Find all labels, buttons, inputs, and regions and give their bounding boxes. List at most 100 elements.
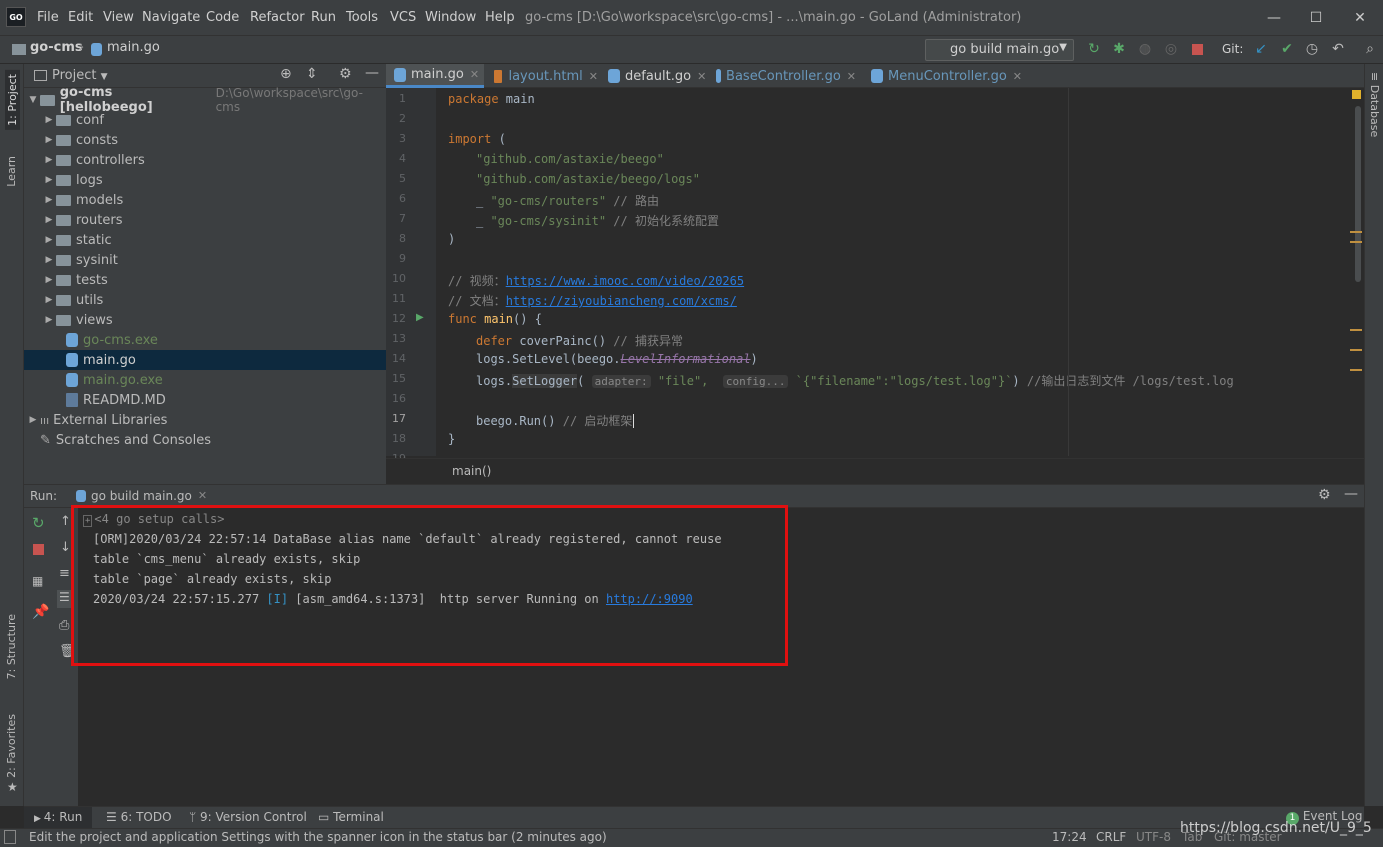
menu-edit[interactable]: Edit xyxy=(68,10,93,25)
folder-icon xyxy=(56,274,71,286)
tree-folder-conf[interactable]: ▶ conf xyxy=(24,110,386,130)
folder-label: routers xyxy=(76,212,123,228)
hide-panel-icon[interactable]: — xyxy=(1344,486,1358,502)
collapse-all-icon[interactable]: ⇕ xyxy=(306,66,318,82)
tree-file-main-go[interactable]: main.go xyxy=(24,350,386,370)
menu-tools[interactable]: Tools xyxy=(346,10,378,25)
favorites-tool-tab[interactable]: 2: Favorites xyxy=(5,714,18,778)
tree-folder-routers[interactable]: ▶ routers xyxy=(24,210,386,230)
gear-icon[interactable]: ⚙ xyxy=(339,66,352,82)
close-icon[interactable]: ✕ xyxy=(589,70,598,83)
docs-link[interactable]: https://ziyoubiancheng.com/xcms/ xyxy=(506,294,737,308)
menu-run[interactable]: Run xyxy=(311,10,336,25)
tree-file-go-cms-exe[interactable]: go-cms.exe xyxy=(24,330,386,350)
debug-icon[interactable]: ✱ xyxy=(1110,40,1128,58)
rerun-icon[interactable]: ↻ xyxy=(32,514,45,532)
menu-file[interactable]: File xyxy=(37,10,59,25)
minimize-button[interactable]: — xyxy=(1254,4,1294,32)
tree-root[interactable]: ▼ go-cms [hellobeego] D:\Go\workspace\sr… xyxy=(24,85,386,115)
tool-tab-todo[interactable]: ☰ 6: TODO xyxy=(106,810,172,824)
menu-view[interactable]: View xyxy=(103,10,134,25)
close-window-button[interactable]: ✕ xyxy=(1340,4,1380,32)
hide-panel-icon[interactable]: — xyxy=(365,65,379,81)
tree-scratches[interactable]: ✎ Scratches and Consoles xyxy=(24,430,386,450)
database-tool-tab[interactable]: ≡ Database xyxy=(1368,72,1381,137)
tree-folder-views[interactable]: ▶ views xyxy=(24,310,386,330)
tree-external-libraries[interactable]: ▶ ııı External Libraries xyxy=(24,410,386,430)
video-link[interactable]: https://www.imooc.com/video/20265 xyxy=(506,274,744,288)
stop-icon[interactable] xyxy=(1188,40,1206,58)
tool-tab-terminal[interactable]: ▭ Terminal xyxy=(318,810,384,824)
status-message[interactable]: Edit the project and application Setting… xyxy=(29,830,607,844)
line-separator[interactable]: CRLF xyxy=(1096,830,1126,844)
maximize-button[interactable]: ☐ xyxy=(1296,4,1336,32)
close-icon[interactable]: ✕ xyxy=(470,68,479,81)
line-number: 13 xyxy=(392,332,406,345)
branch-icon: ᛘ xyxy=(189,810,201,824)
scroll-down-icon[interactable]: ↓ xyxy=(60,540,71,555)
tree-folder-logs[interactable]: ▶ logs xyxy=(24,170,386,190)
menu-refactor[interactable]: Refactor xyxy=(250,10,305,25)
learn-tool-tab[interactable]: Learn xyxy=(5,156,18,187)
run-configuration-select[interactable]: go build main.go ▼ xyxy=(925,39,1074,61)
tree-folder-utils[interactable]: ▶ utils xyxy=(24,290,386,310)
scroll-up-icon[interactable]: ↑ xyxy=(60,514,71,529)
tab-layout-html[interactable]: layout.html ✕ xyxy=(486,64,598,88)
editor-scrollbar[interactable] xyxy=(1355,106,1361,282)
print-icon[interactable]: ⎙ xyxy=(59,618,69,633)
menu-vcs[interactable]: VCS xyxy=(390,10,416,25)
tab-main-go[interactable]: main.go ✕ xyxy=(386,64,484,88)
close-icon[interactable]: ✕ xyxy=(697,70,706,83)
rerun-icon[interactable]: ↻ xyxy=(1085,40,1103,58)
pin-icon[interactable]: 📌 xyxy=(32,604,49,620)
project-tool-tab[interactable]: 1: Project xyxy=(5,70,20,130)
error-stripe-mark xyxy=(1350,231,1362,233)
tree-folder-models[interactable]: ▶ models xyxy=(24,190,386,210)
warning-indicator-icon[interactable] xyxy=(1352,90,1361,99)
menu-help[interactable]: Help xyxy=(485,10,515,25)
git-history-icon[interactable]: ◷ xyxy=(1303,40,1321,58)
breadcrumb-function[interactable]: main() xyxy=(452,464,491,478)
tree-folder-static[interactable]: ▶ static xyxy=(24,230,386,250)
coverage-icon[interactable]: ◍ xyxy=(1136,40,1154,58)
tree-file-readme[interactable]: READMD.MD xyxy=(24,390,386,410)
close-icon[interactable]: ✕ xyxy=(847,70,856,83)
caret-position[interactable]: 17:24 xyxy=(1052,830,1087,844)
structure-tool-tab[interactable]: 7: Structure xyxy=(5,614,18,679)
project-view-select[interactable]: Project ▼ xyxy=(52,68,108,83)
close-icon[interactable]: ✕ xyxy=(198,489,207,502)
tool-tab-run[interactable]: ▶ 4: Run xyxy=(24,807,92,828)
file-encoding[interactable]: UTF-8 xyxy=(1136,830,1171,844)
folder-icon xyxy=(56,114,71,126)
code-line-14: logs.SetLevel(beego.LevelInformational) xyxy=(476,352,758,366)
close-icon[interactable]: ✕ xyxy=(1013,70,1022,83)
tab-default-go[interactable]: default.go ✕ xyxy=(600,64,714,88)
locate-icon[interactable]: ⊕ xyxy=(280,66,292,82)
git-rollback-icon[interactable]: ↶ xyxy=(1329,40,1347,58)
stop-icon[interactable] xyxy=(33,544,44,555)
restore-layout-icon[interactable]: ▦ xyxy=(32,574,43,588)
tool-tab-version-control[interactable]: ᛘ 9: Version Control xyxy=(189,810,307,824)
panel-toggle-icon[interactable] xyxy=(4,830,16,844)
tree-folder-tests[interactable]: ▶ tests xyxy=(24,270,386,290)
breadcrumb-file[interactable]: main.go xyxy=(107,40,160,55)
tree-folder-consts[interactable]: ▶ consts xyxy=(24,130,386,150)
tree-file-main-go-exe[interactable]: main.go.exe xyxy=(24,370,386,390)
breadcrumb-project[interactable]: go-cms xyxy=(30,40,83,55)
menu-window[interactable]: Window xyxy=(425,10,476,25)
run-gutter-icon[interactable]: ▶ xyxy=(416,312,424,323)
menu-navigate[interactable]: Navigate xyxy=(142,10,200,25)
gear-icon[interactable]: ⚙ xyxy=(1318,487,1331,503)
run-tab-label: go build main.go xyxy=(91,489,192,503)
tree-folder-controllers[interactable]: ▶ controllers xyxy=(24,150,386,170)
git-commit-icon[interactable]: ✔ xyxy=(1278,40,1296,58)
tab-menucontroller-go[interactable]: MenuController.go ✕ xyxy=(863,64,1023,88)
tab-basecontroller-go[interactable]: BaseController.go ✕ xyxy=(708,64,856,88)
code-editor[interactable]: package main import ( "github.com/astaxi… xyxy=(436,88,1362,456)
soft-wrap-icon[interactable]: ≡ xyxy=(59,566,70,581)
profile-icon[interactable]: ◎ xyxy=(1162,40,1180,58)
menu-code[interactable]: Code xyxy=(206,10,239,25)
search-icon[interactable]: ⌕ xyxy=(1361,40,1379,58)
tree-folder-sysinit[interactable]: ▶ sysinit xyxy=(24,250,386,270)
git-update-icon[interactable]: ↙ xyxy=(1252,40,1270,58)
